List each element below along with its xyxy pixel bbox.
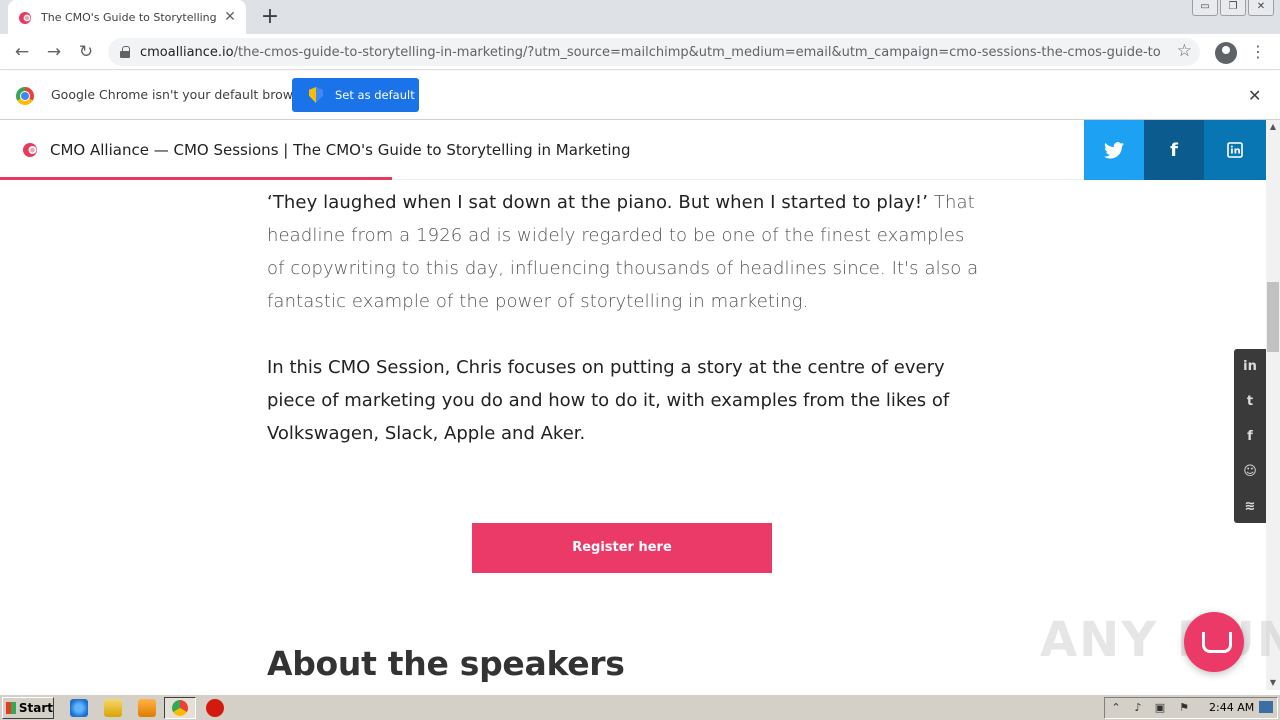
session-paragraph: In this CMO Session, Chris focuses on pu…	[267, 357, 950, 444]
minimize-button[interactable]: ▭	[1192, 0, 1218, 16]
share-linkedin-button[interactable]	[1204, 120, 1266, 180]
anyrun-watermark: ANY RUN	[1040, 612, 1280, 668]
share-twitter-button[interactable]	[1084, 120, 1144, 180]
url-path: /the-cmos-guide-to-storytelling-in-marke…	[233, 44, 1160, 60]
chrome-taskbar-button[interactable]	[164, 697, 196, 719]
page-scrollbar[interactable]: ▲ ▼	[1266, 120, 1280, 690]
profile-avatar-icon[interactable]	[1215, 42, 1237, 64]
scroll-up-arrow-icon[interactable]: ▲	[1266, 120, 1280, 134]
intro-paragraph: ‘They laughed when I sat down at the pia…	[267, 186, 987, 318]
floating-social-bar: in t f ☺ ≋	[1234, 349, 1266, 523]
action-center-flag-icon[interactable]: ⚑	[1177, 701, 1191, 715]
twitter-icon	[1104, 141, 1124, 158]
window-controls: ▭ ❐ ✕	[1190, 0, 1274, 16]
start-button[interactable]: Start	[2, 697, 54, 719]
header-title: CMO Alliance — CMO Sessions | The CMO's …	[50, 141, 631, 159]
uac-shield-icon	[309, 87, 323, 103]
clock: 2:44 AM	[1209, 701, 1255, 714]
tab-close-icon[interactable]: ✕	[222, 9, 238, 25]
scroll-thumb[interactable]	[1267, 282, 1279, 352]
article-body: ‘They laughed when I sat down at the pia…	[267, 186, 987, 450]
new-tab-button[interactable]: +	[258, 6, 282, 30]
header-brand: CMO Alliance —	[50, 141, 174, 159]
url-host: cmoalliance.io	[140, 44, 234, 60]
linkedin-icon	[1227, 142, 1243, 158]
twitter-icon[interactable]: t	[1234, 384, 1266, 419]
chat-widget-button[interactable]	[1184, 612, 1244, 672]
set-as-default-label: Set as default	[335, 88, 415, 102]
close-window-button[interactable]: ✕	[1248, 0, 1274, 16]
system-tray: ⌃ ♪ ▣ ⚑ 2:44 AM	[1104, 697, 1278, 719]
share-facebook-button[interactable]: f	[1144, 120, 1204, 180]
forward-button[interactable]: →	[42, 40, 66, 64]
lead-quote: ‘They laughed when I sat down at the pia…	[267, 192, 929, 213]
scroll-down-arrow-icon[interactable]: ▼	[1266, 676, 1280, 690]
reload-button[interactable]: ↻	[74, 40, 98, 64]
default-browser-infobar: Google Chrome isn't your default browser…	[0, 71, 1280, 120]
cmo-alliance-logo-icon[interactable]	[22, 142, 38, 158]
facebook-icon[interactable]: f	[1234, 419, 1266, 454]
tab-title: The CMO's Guide to Storytelling in M	[41, 10, 221, 24]
browser-tab[interactable]: The CMO's Guide to Storytelling in M ✕	[8, 0, 246, 34]
back-button[interactable]: ←	[10, 40, 34, 64]
rss-icon[interactable]: ≋	[1234, 489, 1266, 524]
lock-icon[interactable]	[120, 46, 130, 58]
facebook-icon: f	[1170, 139, 1178, 161]
chrome-logo-icon	[16, 87, 34, 105]
stop-icon[interactable]	[206, 699, 224, 717]
bookmark-star-icon[interactable]: ☆	[1177, 41, 1192, 61]
restore-button[interactable]: ❐	[1220, 0, 1246, 16]
infobar-close-icon[interactable]: ✕	[1248, 86, 1261, 105]
chrome-menu-icon[interactable]: ⋮	[1250, 40, 1266, 64]
infobar-message: Google Chrome isn't your default browser	[51, 87, 313, 102]
about-speakers-heading: About the speakers	[267, 644, 625, 683]
internet-explorer-icon[interactable]	[70, 699, 88, 717]
windows-flag-icon	[6, 702, 16, 714]
cmo-alliance-favicon-icon	[18, 10, 32, 24]
address-bar[interactable]: cmoalliance.io/the-cmos-guide-to-storyte…	[108, 38, 1200, 66]
set-as-default-button[interactable]: Set as default	[292, 78, 419, 112]
start-label: Start	[18, 701, 53, 715]
folder-icon[interactable]	[104, 699, 122, 717]
tab-strip: The CMO's Guide to Storytelling in M ✕ +…	[0, 0, 1280, 34]
volume-icon[interactable]: ♪	[1131, 701, 1145, 715]
windows-taskbar: Start ⌃ ♪ ▣ ⚑ 2:44 AM	[0, 694, 1280, 720]
header-article-title: CMO Sessions | The CMO's Guide to Storyt…	[173, 141, 631, 159]
media-player-icon[interactable]	[138, 699, 156, 717]
site-sticky-header: CMO Alliance — CMO Sessions | The CMO's …	[0, 120, 1266, 180]
chrome-icon	[172, 700, 188, 716]
linkedin-icon[interactable]: in	[1234, 349, 1266, 384]
tray-expand-icon[interactable]: ⌃	[1109, 701, 1123, 715]
reddit-icon[interactable]: ☺	[1234, 454, 1266, 489]
show-desktop-icon[interactable]	[1259, 701, 1273, 713]
reading-progress-bar	[0, 177, 392, 180]
register-here-button[interactable]: Register here	[472, 523, 772, 573]
url-text[interactable]: cmoalliance.io/the-cmos-guide-to-storyte…	[140, 45, 1160, 60]
browser-toolbar: ← → ↻ cmoalliance.io/the-cmos-guide-to-s…	[0, 34, 1280, 70]
network-icon[interactable]: ▣	[1153, 701, 1167, 715]
